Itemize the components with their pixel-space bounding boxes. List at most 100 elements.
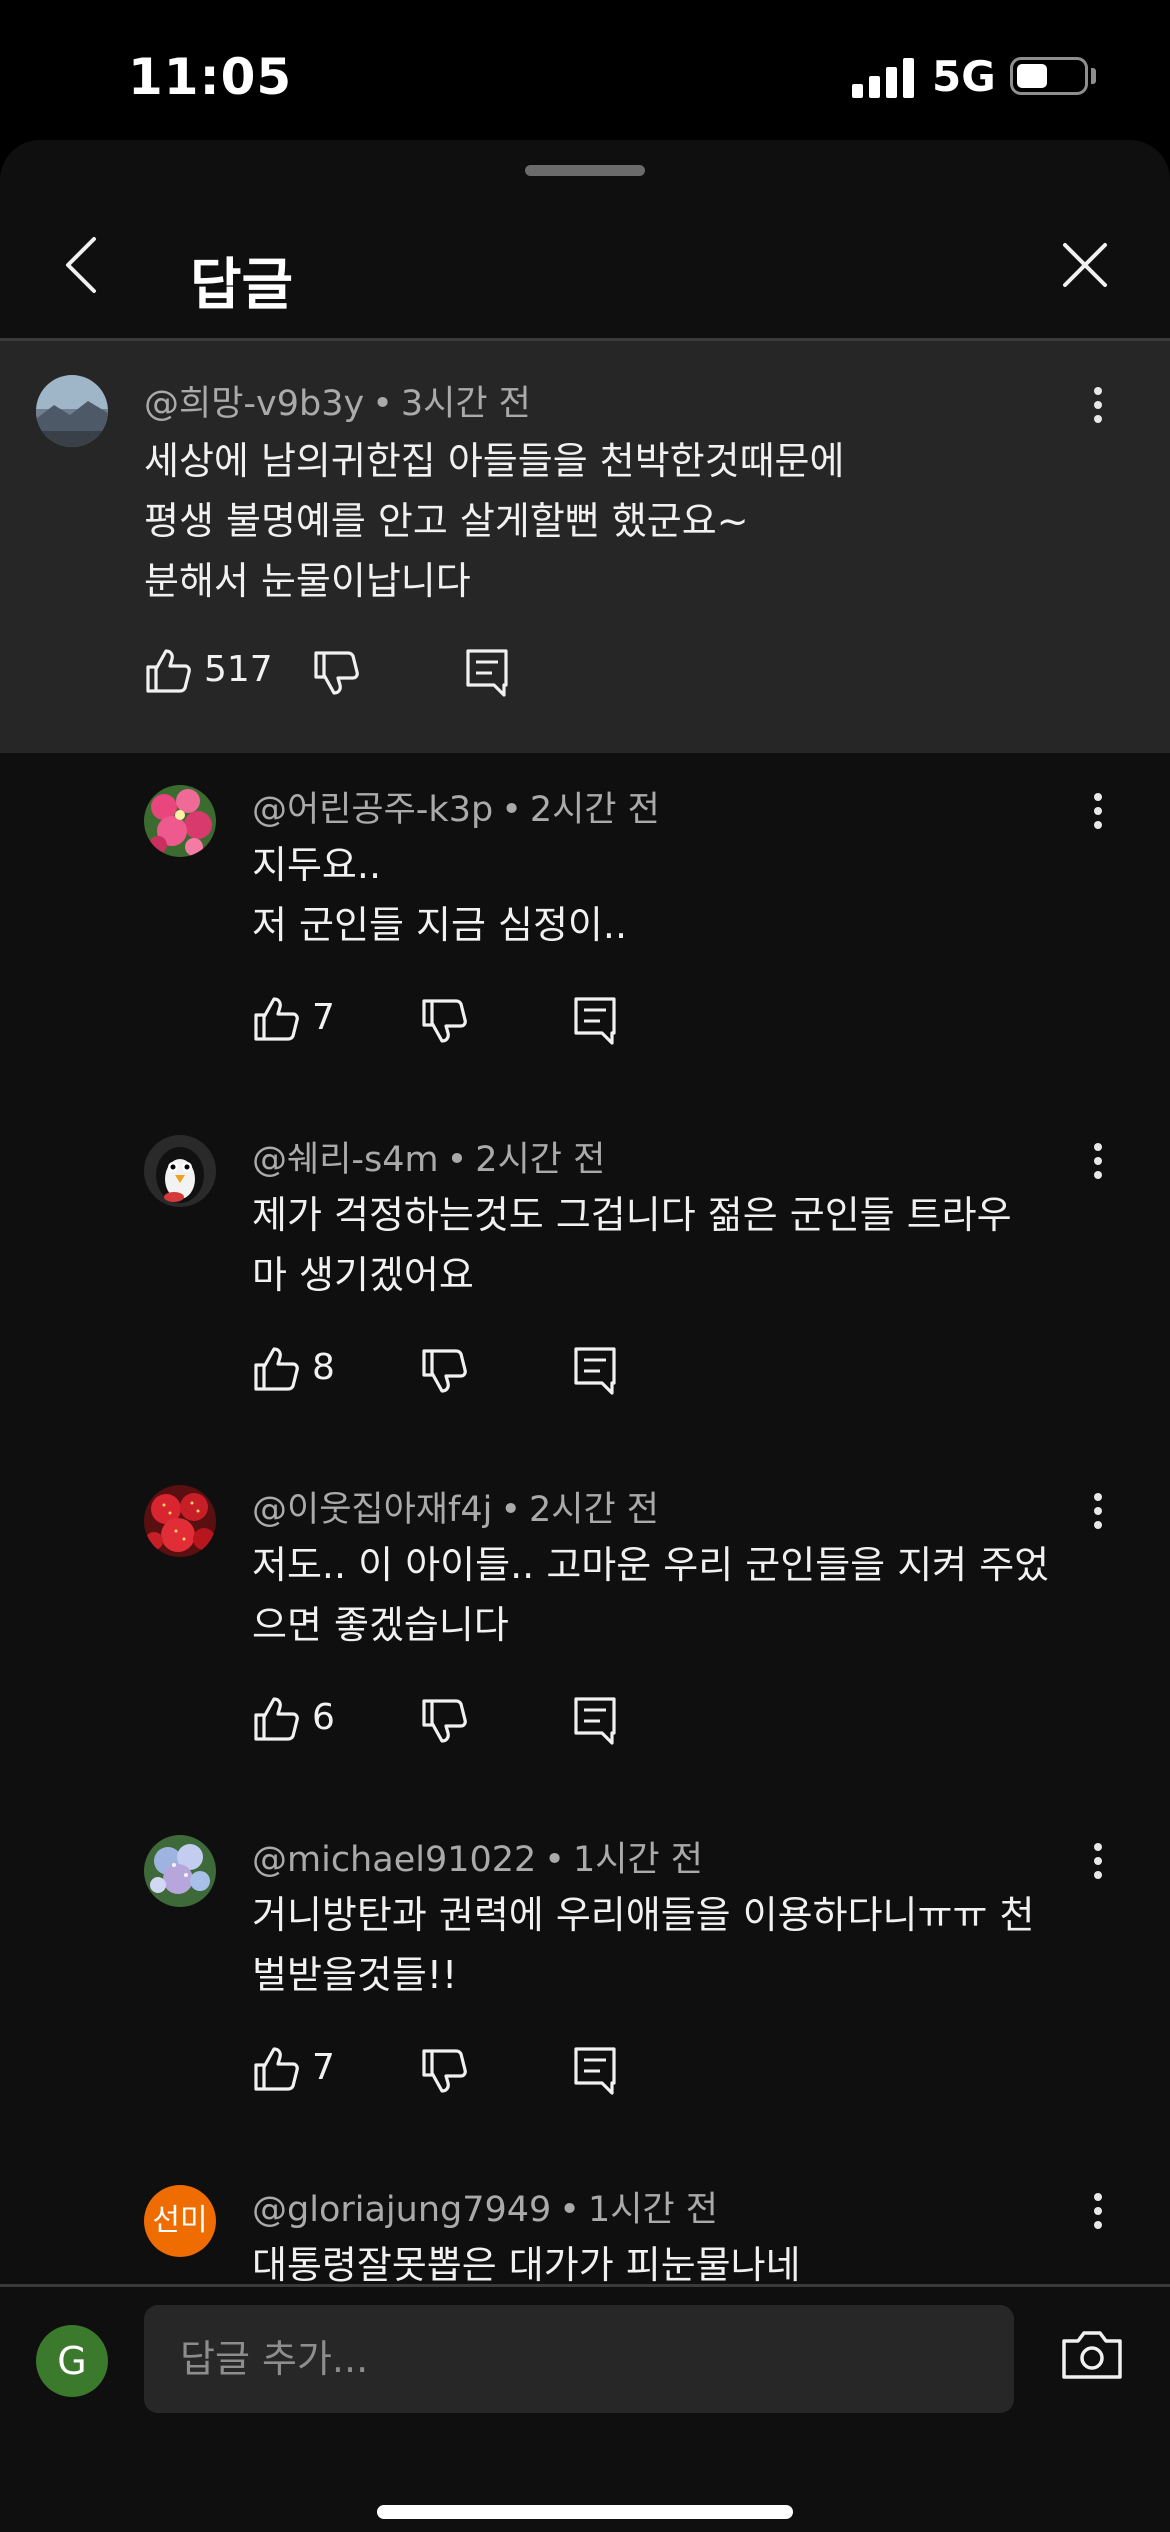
comment-actions: 7 <box>252 2039 632 2099</box>
comment-icon <box>574 2047 616 2095</box>
comment-text: 저도.. 이 아이들.. 고마운 우리 군인들을 지켜 주었 으면 좋겠습니다 <box>252 1543 1050 1647</box>
thumbs-down-icon <box>422 999 467 1043</box>
sheet-grabber[interactable] <box>525 165 645 176</box>
comment-meta: @어린공주-k3p • 2시간 전 <box>252 790 660 830</box>
thumbs-up-icon <box>254 2047 299 2091</box>
dislike-button[interactable] <box>420 2039 476 2099</box>
reply-comment: @어린공주-k3p • 2시간 전 지두요.. 저 군인들 지금 심정이.. 7 <box>0 753 1170 1103</box>
more-options-button[interactable] <box>1078 1137 1118 1197</box>
sheet-title: 답글 <box>190 253 294 318</box>
replies-sheet: 답글 @희망-v9b3y • 3시간 전 세상에 남의귀한집 아들들을 천박한것… <box>0 140 1170 2532</box>
more-options-button[interactable] <box>1078 381 1118 441</box>
avatar[interactable] <box>144 785 216 857</box>
avatar[interactable]: 선미 <box>144 2185 216 2257</box>
comment-author[interactable]: @gloriajung7949 <box>252 2190 551 2230</box>
dislike-button[interactable] <box>420 1689 476 1749</box>
reply-composer: G <box>0 2284 1170 2532</box>
avatar[interactable] <box>36 375 108 447</box>
thumbs-down-icon <box>314 651 359 695</box>
status-bar: 11:05 5G <box>0 0 1170 140</box>
thumbs-up-icon <box>254 1697 299 1741</box>
camera-icon <box>1062 2331 1122 2379</box>
comments-list: @희망-v9b3y • 3시간 전 세상에 남의귀한집 아들들을 천박한것때문에 평… <box>0 341 1170 2284</box>
comment-author[interactable]: @michael91022 <box>252 1840 536 1880</box>
network-type: 5G <box>932 52 996 101</box>
camera-button[interactable] <box>1060 2327 1124 2383</box>
like-button[interactable]: 7 <box>252 989 372 1049</box>
more-options-button[interactable] <box>1078 2187 1118 2247</box>
thumbs-up-icon <box>254 997 299 1041</box>
reply-comment: 선미 @gloriajung7949 • 1시간 전 대통령잘못뽑은 대가가 피눈물… <box>0 2153 1170 2284</box>
reply-button[interactable] <box>572 2039 628 2099</box>
comment-time: 1시간 전 <box>587 2190 718 2230</box>
home-indicator[interactable] <box>377 2505 793 2519</box>
like-button[interactable]: 6 <box>252 1689 372 1749</box>
chevron-left-icon <box>66 237 96 293</box>
dislike-button[interactable] <box>420 989 476 1049</box>
more-options-button[interactable] <box>1078 1837 1118 1897</box>
thumbs-down-icon <box>422 1349 467 1393</box>
like-count: 517 <box>204 649 273 690</box>
like-button[interactable]: 8 <box>252 1339 372 1399</box>
comment-author[interactable]: @이웃집아재f4j <box>252 1490 492 1530</box>
reply-button[interactable] <box>572 1339 628 1399</box>
comment-time: 2시간 전 <box>528 1490 659 1530</box>
battery-cap <box>1091 68 1096 84</box>
reply-button[interactable] <box>572 989 628 1049</box>
current-user-avatar[interactable]: G <box>36 2325 108 2397</box>
like-count: 6 <box>312 1697 335 1738</box>
comment-actions: 7 <box>252 989 632 1049</box>
comment-meta: @michael91022 • 1시간 전 <box>252 1840 703 1880</box>
comment-time: 2시간 전 <box>529 790 660 830</box>
comment-text: 거니방탄과 권력에 우리애들을 이용하다니ㅠㅠ 천 벌받을것들!! <box>252 1893 1035 1997</box>
cellular-signal-icon <box>852 58 914 98</box>
thumbs-up-icon <box>146 649 191 693</box>
thumbs-down-icon <box>422 1699 467 1743</box>
more-options-button[interactable] <box>1078 1487 1118 1547</box>
comment-meta: @희망-v9b3y • 3시간 전 <box>144 384 531 424</box>
comment-time: 1시간 전 <box>572 1840 703 1880</box>
reply-comment: @쉐리-s4m • 2시간 전 제가 걱정하는것도 그겁니다 젊은 군인들 트라우 … <box>0 1103 1170 1453</box>
avatar-initials: 선미 <box>152 2203 208 2238</box>
avatar[interactable] <box>144 1485 216 1557</box>
comment-icon <box>466 649 508 697</box>
like-button[interactable]: 7 <box>252 2039 372 2099</box>
like-count: 7 <box>312 2047 335 2088</box>
comment-text: 지두요.. 저 군인들 지금 심정이.. <box>252 843 628 947</box>
status-time: 11:05 <box>128 48 293 106</box>
more-options-button[interactable] <box>1078 787 1118 847</box>
like-count: 7 <box>312 997 335 1038</box>
reply-button[interactable] <box>464 641 520 701</box>
reply-input[interactable] <box>144 2305 1014 2413</box>
close-button[interactable] <box>1055 235 1115 295</box>
comment-icon <box>574 1347 616 1395</box>
comment-text: 제가 걱정하는것도 그겁니다 젊은 군인들 트라우 마 생기겠어요 <box>252 1193 1012 1297</box>
dislike-button[interactable] <box>420 1339 476 1399</box>
dislike-button[interactable] <box>312 641 368 701</box>
sheet-header: 답글 <box>0 200 1170 338</box>
comment-actions: 8 <box>252 1339 632 1399</box>
comment-author[interactable]: @쉐리-s4m <box>252 1140 439 1180</box>
comment-time: 3시간 전 <box>400 384 531 424</box>
comment-author[interactable]: @어린공주-k3p <box>252 790 493 830</box>
comment-actions: 6 <box>252 1689 632 1749</box>
comment-icon <box>574 1697 616 1745</box>
comment-meta: @gloriajung7949 • 1시간 전 <box>252 2190 718 2230</box>
comment-text: 세상에 남의귀한집 아들들을 천박한것때문에 평생 불명예를 안고 살게할뻔 했… <box>144 439 845 603</box>
comment-meta: @이웃집아재f4j • 2시간 전 <box>252 1490 659 1530</box>
comment-meta: @쉐리-s4m • 2시간 전 <box>252 1140 606 1180</box>
avatar[interactable] <box>144 1835 216 1907</box>
comment-author[interactable]: @희망-v9b3y <box>144 384 364 424</box>
thumbs-down-icon <box>422 2049 467 2093</box>
like-button[interactable]: 517 <box>144 641 304 701</box>
close-icon <box>1063 243 1107 287</box>
reply-button[interactable] <box>572 1689 628 1749</box>
comment-icon <box>574 997 616 1045</box>
battery-icon <box>1010 57 1088 95</box>
reply-comment: @이웃집아재f4j • 2시간 전 저도.. 이 아이들.. 고마운 우리 군인들을… <box>0 1453 1170 1803</box>
comment-actions: 517 <box>144 641 544 701</box>
avatar[interactable] <box>144 1135 216 1207</box>
back-button[interactable] <box>56 225 116 305</box>
reply-comment: @michael91022 • 1시간 전 거니방탄과 권력에 우리애들을 이용하다… <box>0 1803 1170 2153</box>
thumbs-up-icon <box>254 1347 299 1391</box>
